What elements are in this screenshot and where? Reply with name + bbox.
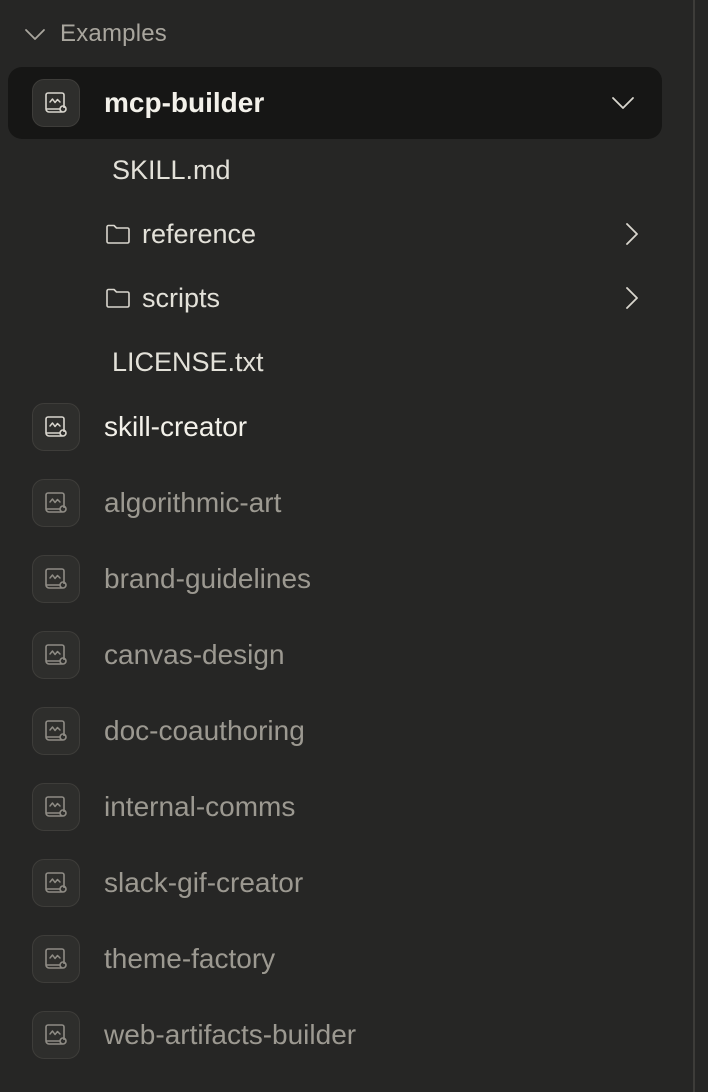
skill-item-theme-factory[interactable]: theme-factory — [8, 923, 662, 995]
skill-item-internal-comms[interactable]: internal-comms — [8, 771, 662, 843]
skill-label: algorithmic-art — [104, 487, 282, 518]
file-label: SKILL.md — [112, 154, 231, 185]
scroll-icon — [32, 479, 80, 527]
scroll-icon — [32, 783, 80, 831]
scroll-icon — [32, 79, 80, 127]
scroll-icon — [32, 935, 80, 983]
skill-item-web-artifacts-builder[interactable]: web-artifacts-builder — [8, 999, 662, 1071]
scroll-icon — [32, 1011, 80, 1059]
folder-item-reference[interactable]: reference — [96, 206, 662, 262]
skill-item-skill-creator[interactable]: skill-creator — [8, 391, 662, 463]
chevron-right-icon[interactable] — [618, 221, 644, 247]
section-header-examples[interactable]: Examples — [22, 14, 322, 54]
scroll-icon — [32, 859, 80, 907]
section-label: Examples — [60, 20, 167, 47]
folder-label: scripts — [142, 282, 221, 313]
chevron-down-icon[interactable] — [610, 90, 636, 116]
skill-label: brand-guidelines — [104, 563, 312, 594]
chevron-down-icon — [25, 29, 45, 40]
file-item-skill-md[interactable]: SKILL.md — [96, 142, 662, 198]
scroll-icon — [32, 707, 80, 755]
chevron-right-icon[interactable] — [618, 285, 644, 311]
skill-label: canvas-design — [104, 639, 285, 670]
file-item-license-txt[interactable]: LICENSE.txt — [96, 334, 662, 390]
folder-item-scripts[interactable]: scripts — [96, 270, 662, 326]
skill-label: internal-comms — [104, 791, 296, 822]
skill-item-mcp-builder[interactable]: mcp-builder — [8, 67, 662, 139]
panel-divider[interactable] — [693, 0, 695, 1092]
scroll-icon — [32, 631, 80, 679]
skill-item-algorithmic-art[interactable]: algorithmic-art — [8, 467, 662, 539]
folder-icon — [106, 288, 130, 308]
skill-label: theme-factory — [104, 943, 276, 974]
skill-item-slack-gif-creator[interactable]: slack-gif-creator — [8, 847, 662, 919]
skill-item-canvas-design[interactable]: canvas-design — [8, 619, 662, 691]
skill-label: mcp-builder — [104, 87, 265, 118]
skill-label: doc-coauthoring — [104, 715, 305, 746]
skill-label: web-artifacts-builder — [104, 1019, 357, 1050]
file-label: LICENSE.txt — [112, 346, 264, 377]
scroll-icon — [32, 555, 80, 603]
scroll-icon — [32, 403, 80, 451]
skill-item-doc-coauthoring[interactable]: doc-coauthoring — [8, 695, 662, 767]
skill-label: slack-gif-creator — [104, 867, 304, 898]
folder-icon — [106, 224, 130, 244]
folder-label: reference — [142, 218, 257, 249]
skill-label: skill-creator — [104, 411, 248, 442]
skill-item-brand-guidelines[interactable]: brand-guidelines — [8, 543, 662, 615]
